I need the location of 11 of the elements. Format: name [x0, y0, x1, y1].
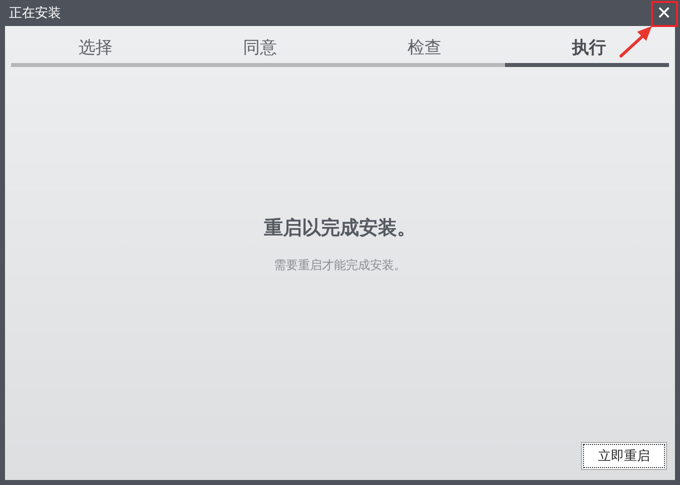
- window-title: 正在安装: [9, 5, 61, 22]
- step-label: 选择: [78, 37, 112, 60]
- step-label: 同意: [242, 37, 277, 60]
- highlight-box: [651, 1, 678, 27]
- restart-button[interactable]: 立即重启: [581, 442, 667, 470]
- message-detail: 需要重启才能完成安装。: [274, 257, 406, 274]
- step-label: 执行: [572, 37, 606, 60]
- step-label: 检查: [407, 37, 442, 60]
- message-heading: 重启以完成安装。: [264, 216, 416, 241]
- annotation-arrow: [618, 25, 654, 59]
- close-button[interactable]: ✕: [651, 1, 677, 25]
